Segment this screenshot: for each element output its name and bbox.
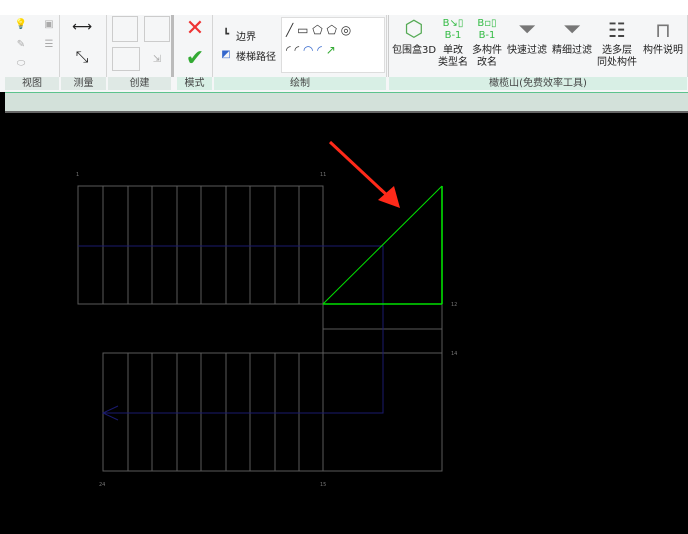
rectangle-icon[interactable]: ▭	[297, 23, 308, 37]
panel-label-create: 创建	[108, 77, 171, 90]
funnel-list-icon: ⏷	[563, 17, 581, 42]
pick-lines-icon[interactable]: ↗	[326, 43, 336, 57]
riser-label: 15	[320, 482, 326, 488]
riser-label: 14	[451, 351, 457, 357]
panel-draw: ┗ 边界 ◩ 楼梯路径 ╱ ▭ ⬠ ⬠ ◎ ◜ ◜ ◠ ◜ ↗ 绘制	[214, 15, 387, 90]
rename-icon: B↘▯ B-1	[442, 18, 464, 41]
polygon-out-icon[interactable]: ⬠	[327, 23, 337, 37]
component-icon[interactable]	[112, 16, 138, 42]
bbox3d-button[interactable]: ⬡ 包围盒3D	[391, 15, 437, 57]
panel-create: ⇲ 创建	[108, 15, 174, 90]
annotation-arrow	[328, 140, 400, 208]
drawing-canvas[interactable]: 1 11 12 14 24 15	[5, 115, 688, 531]
thin-lines-icon[interactable]: ☰	[41, 35, 57, 53]
bbox-icon: ⬡	[404, 17, 424, 42]
measure-ruler-icon[interactable]: ⟷	[65, 17, 99, 37]
options-bar	[5, 92, 688, 113]
panel-view: 💡 ▣ ✎ ☰ ⬭ 视图	[5, 15, 60, 90]
dimension-icon[interactable]: ⤡	[65, 45, 99, 69]
funnel-icon: ⏷	[518, 17, 536, 42]
finish-check-icon[interactable]: ✔	[183, 46, 207, 71]
panel-label-measure: 测量	[61, 77, 106, 90]
riser-label: 24	[99, 482, 105, 488]
riser-label: 1	[76, 172, 79, 178]
stair-runs	[77, 185, 443, 472]
arc-center-icon[interactable]: ◜	[294, 43, 299, 57]
riser-label: 12	[451, 302, 457, 308]
stair-sketch: 1 11 12 14 24 15	[76, 140, 457, 488]
lightbulb-icon[interactable]: 💡	[11, 15, 31, 33]
riser-label: 11	[320, 172, 326, 178]
cancel-icon[interactable]: ✕	[183, 16, 207, 41]
array-icon[interactable]: ⇲	[144, 47, 170, 71]
multi-rename-icon: B▫▯ B-1	[477, 18, 497, 41]
boundary-icon[interactable]: ┗	[219, 27, 233, 41]
panel-label-olive: 橄榄山(免费效率工具)	[389, 77, 687, 90]
fillet-icon[interactable]: ◜	[317, 43, 322, 57]
line-icon[interactable]: ╱	[286, 23, 293, 37]
rename-type-button[interactable]: B↘▯ B-1 单改 类型名	[437, 15, 469, 69]
panel-measure: ⟷ ⤡ 测量	[61, 15, 107, 90]
polygon-icon[interactable]: ⬠	[312, 23, 322, 37]
levels-check-icon: ☷	[608, 18, 626, 42]
circle-icon[interactable]: ◎	[341, 23, 351, 37]
run-lower	[102, 352, 324, 472]
treads-lower	[127, 353, 300, 471]
podium-icon: ⊓	[655, 18, 671, 42]
arc-tangent-icon[interactable]: ◠	[303, 43, 313, 57]
draw-gallery: ╱ ▭ ⬠ ⬠ ◎ ◜ ◜ ◠ ◜ ↗	[281, 17, 385, 73]
panel-label-draw: 绘制	[214, 77, 386, 90]
panel-mode: ✕ ✔ 模式	[177, 15, 213, 90]
panel-label-mode: 模式	[177, 77, 212, 90]
component-info-button[interactable]: ⊓ 构件说明	[639, 15, 687, 57]
quick-filter-button[interactable]: ⏷ 快速过滤	[505, 15, 549, 57]
panel-label-view: 视图	[5, 77, 59, 90]
stair-path-button[interactable]: 楼梯路径	[236, 48, 276, 63]
view-cube-icon[interactable]: ▣	[41, 15, 57, 33]
fine-filter-button[interactable]: ⏷ 精细过滤	[549, 15, 595, 57]
multi-level-select-button[interactable]: ☷ 选多层 同处构件	[595, 15, 639, 69]
brush-icon[interactable]: ✎	[11, 35, 31, 53]
stair-path-icon[interactable]: ◩	[219, 47, 233, 61]
ribbon: 💡 ▣ ✎ ☰ ⬭ 视图 ⟷ ⤡ 测量 ⇲ 创建 ✕ ✔ 模式 ┗ 边界 ◩ 楼…	[0, 0, 688, 92]
arc-icon[interactable]: ◜	[286, 43, 291, 57]
hide-icon[interactable]: ⬭	[11, 55, 31, 71]
boundary-button[interactable]: 边界	[236, 28, 256, 43]
multi-rename-button[interactable]: B▫▯ B-1 多构件 改名	[469, 15, 505, 69]
group-icon[interactable]	[112, 47, 140, 71]
treads-upper	[102, 186, 300, 304]
panel-olive: ⬡ 包围盒3D B↘▯ B-1 单改 类型名 B▫▯ B-1 多构件 改名 ⏷ 快速过滤 ⏷ 精细…	[388, 15, 688, 90]
in-place-icon[interactable]	[144, 16, 170, 42]
